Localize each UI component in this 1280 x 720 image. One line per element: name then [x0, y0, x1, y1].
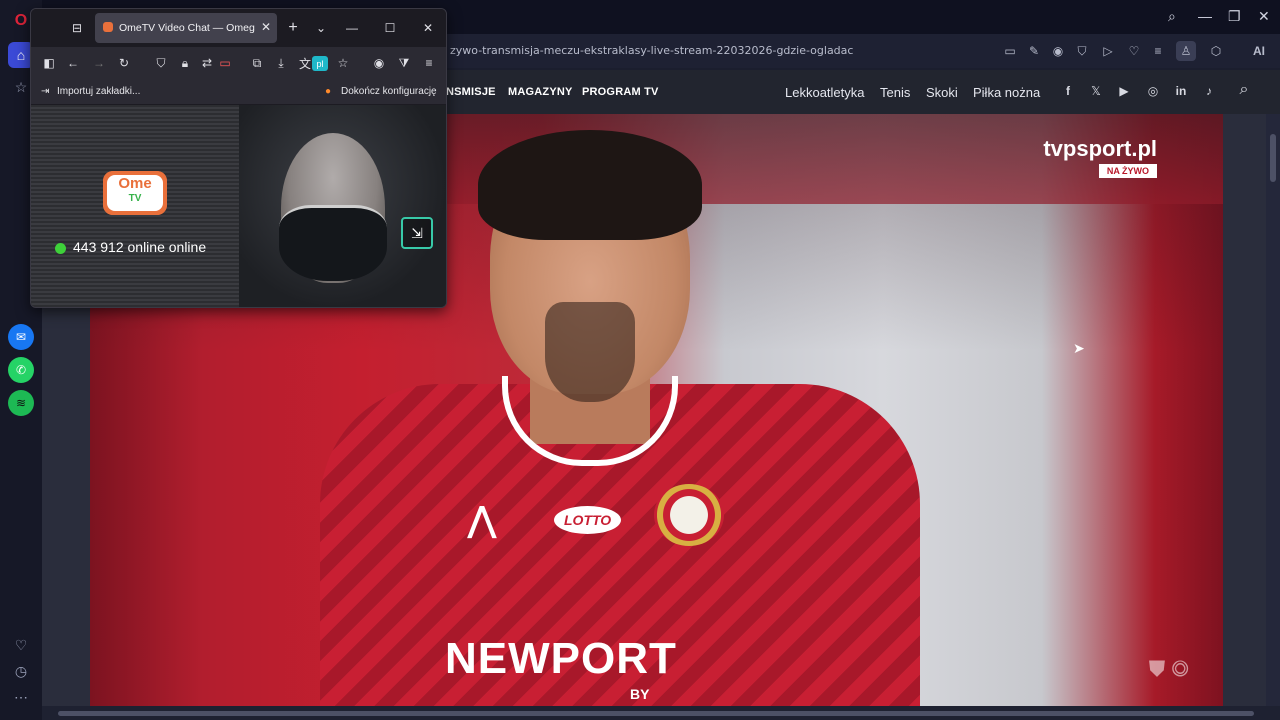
edit-icon[interactable]: ✎: [1026, 43, 1042, 59]
close-icon[interactable]: ✕: [1258, 8, 1270, 25]
url-text[interactable]: zywo-transmisja-meczu-ekstraklasy-live-s…: [450, 44, 853, 57]
tab-close-icon[interactable]: ✕: [261, 20, 271, 34]
firefox-tab[interactable]: OmeTV Video Chat — Omegle Alter ✕: [95, 13, 277, 43]
live-badge: NA ŻYWO: [1098, 164, 1157, 178]
sidebar-icon[interactable]: ◧: [41, 55, 57, 71]
nav-transmisje[interactable]: NSMISJE: [446, 86, 496, 98]
import-bookmarks-link[interactable]: Importuj zakładki...: [57, 86, 140, 97]
linkedin-icon[interactable]: in: [1173, 84, 1189, 98]
camera-icon[interactable]: ▭: [217, 55, 233, 71]
spotify-icon[interactable]: ≋: [8, 390, 34, 416]
nav-program-tv[interactable]: PROGRAM TV: [582, 86, 659, 98]
horizontal-scroll-thumb[interactable]: [58, 711, 1254, 716]
nav-skoki[interactable]: Skoki: [926, 85, 958, 100]
minimize-icon[interactable]: —: [1198, 8, 1212, 24]
online-count: 443 912 online online: [73, 239, 207, 255]
tab-list-chevron-icon[interactable]: ⌄: [313, 20, 329, 36]
vertical-scrollbar[interactable]: [1266, 114, 1280, 706]
stranger-video-panel: Ome TV 443 912 online online: [31, 105, 239, 307]
nav-tenis[interactable]: Tenis: [880, 85, 910, 100]
nav-magazyny[interactable]: MAGAZYNY: [508, 86, 573, 98]
nav-lekkoatletyka[interactable]: Lekkoatletyka: [785, 85, 865, 100]
pip-toolbar-icon[interactable]: ⧉: [249, 55, 265, 71]
ometv-logo: Ome TV: [103, 171, 167, 215]
picture-in-picture-icon[interactable]: ⇲: [401, 217, 433, 249]
restore-icon[interactable]: ❐: [1228, 8, 1241, 25]
reader-icon[interactable]: ▭: [1002, 43, 1018, 59]
lock-icon[interactable]: 🔒︎: [177, 55, 193, 71]
new-tab-icon[interactable]: +: [285, 19, 301, 36]
heart-icon[interactable]: ♡: [8, 632, 34, 658]
permissions-icon[interactable]: ⇄: [199, 55, 215, 71]
youtube-icon[interactable]: ▶: [1116, 84, 1132, 98]
mouse-cursor-icon: ➤: [1073, 340, 1085, 356]
shirt-sponsor: NEWPORT: [445, 634, 677, 683]
bookmark-star-icon[interactable]: ☆: [335, 55, 351, 71]
tab-overview-icon[interactable]: ⊟: [69, 20, 85, 36]
import-bookmarks-icon: ⇥: [41, 86, 50, 97]
online-status-dot: [55, 243, 66, 254]
firefox-window: ⊟ OmeTV Video Chat — Omegle Alter ✕ + ⌄ …: [30, 8, 447, 308]
ometv-content: Ome TV 443 912 online online ⇲: [31, 105, 446, 307]
translate-language-badge[interactable]: pl: [312, 56, 328, 71]
history-icon[interactable]: ◷: [8, 658, 34, 684]
messenger-icon[interactable]: ✉: [8, 324, 34, 350]
firefox-logo-icon: ●: [325, 86, 332, 97]
search-icon[interactable]: ⌕: [1236, 81, 1252, 99]
webcam-mask: [279, 205, 387, 281]
minimize-icon[interactable]: —: [344, 20, 360, 36]
aria-ai-button[interactable]: AI: [1240, 43, 1278, 59]
close-icon[interactable]: ✕: [420, 20, 436, 36]
account-icon[interactable]: ◉: [371, 55, 387, 71]
self-camera-panel: ⇲: [239, 105, 446, 307]
firefox-tabbar: ⊟ OmeTV Video Chat — Omegle Alter ✕ + ⌄ …: [31, 9, 446, 47]
kit-brand-logo: ⋀: [468, 501, 496, 539]
extensions-icon[interactable]: ⧩: [396, 55, 412, 71]
ometv-favicon-icon: [103, 22, 113, 32]
x-icon[interactable]: 𝕏: [1088, 84, 1104, 98]
ometv-logo-top: Ome: [118, 175, 152, 192]
whatsapp-icon[interactable]: ✆: [8, 357, 34, 383]
ometv-logo-inner: Ome TV: [107, 175, 163, 211]
back-icon[interactable]: ←: [65, 55, 81, 71]
reload-icon[interactable]: ↻: [116, 55, 132, 71]
bookmarks-bar: ⇥ Importuj zakładki... ● Dokończ konfigu…: [31, 79, 446, 105]
menu-icon[interactable]: ≡: [421, 55, 437, 71]
search-icon[interactable]: ⌕: [1168, 8, 1176, 25]
heart-outline-icon[interactable]: ♡: [1126, 43, 1142, 59]
maximize-icon[interactable]: ☐: [382, 20, 398, 36]
list-icon[interactable]: ≡: [1150, 43, 1166, 59]
firefox-toolbar: ◧ ← → ↻ ⛉ 🔒︎ ⇄ ▭ ⧉ ⤓ 文 pl ☆ ◉ ⧩ ≡: [31, 47, 446, 79]
player-hair: [478, 130, 702, 240]
snapshot-icon[interactable]: ◉: [1050, 43, 1066, 59]
instagram-icon[interactable]: ◎: [1145, 84, 1161, 98]
ometv-logo-bottom: TV: [128, 193, 142, 204]
ai-label: AI: [1253, 44, 1265, 58]
league-logo-icon: ⛊ ◎: [1148, 656, 1189, 681]
finish-setup-link[interactable]: Dokończ konfigurację: [341, 86, 437, 97]
download-icon[interactable]: ⤓: [273, 55, 289, 71]
tracking-shield-icon[interactable]: ⛉: [153, 55, 169, 71]
vertical-scroll-thumb[interactable]: [1270, 134, 1276, 182]
translate-icon[interactable]: 文: [297, 55, 313, 71]
tab-title: OmeTV Video Chat — Omegle Alter: [119, 22, 255, 34]
tvpsport-logo: tvpsport.pl: [1043, 136, 1157, 161]
lotto-logo: LOTTO: [554, 506, 622, 534]
facebook-icon[interactable]: f: [1060, 84, 1076, 98]
tiktok-icon[interactable]: ♪: [1201, 84, 1217, 98]
profile-icon[interactable]: ♙: [1176, 41, 1196, 61]
nav-pilka-nozna[interactable]: Piłka nożna: [973, 85, 1040, 100]
shield-icon[interactable]: ⛉: [1074, 43, 1090, 59]
more-icon[interactable]: ⋯: [8, 684, 34, 710]
player-beard: [545, 302, 635, 402]
play-icon[interactable]: ▷: [1100, 43, 1116, 59]
horizontal-scrollbar[interactable]: [42, 706, 1280, 720]
forward-icon[interactable]: →: [91, 55, 107, 71]
club-crest: [654, 484, 724, 546]
shirt-sponsor-sub: BY: [630, 686, 650, 702]
extensions-icon[interactable]: ⬡: [1208, 43, 1224, 59]
